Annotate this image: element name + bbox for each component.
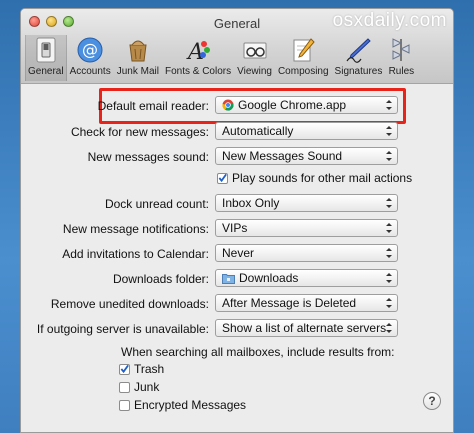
check-new-messages-label: Check for new messages:	[70, 125, 209, 139]
checkbox-unchecked-icon	[119, 381, 130, 393]
row-dock-unread-count: Dock unread count: Inbox Only	[21, 193, 453, 215]
search-trash-label: Trash	[134, 362, 165, 376]
default-email-reader-value: Google Chrome.app	[238, 98, 347, 112]
popup-arrows-icon	[386, 248, 392, 258]
pencil-paper-icon	[290, 37, 316, 63]
tab-general[interactable]: General	[25, 35, 67, 81]
remove-unedited-downloads-value: After Message is Deleted	[222, 296, 357, 310]
search-junk-checkbox[interactable]: Junk	[119, 380, 159, 394]
chrome-icon	[222, 99, 234, 111]
check-new-messages-value: Automatically	[222, 124, 294, 138]
folder-icon	[222, 273, 235, 284]
new-message-notifications-popup[interactable]: VIPs	[215, 219, 398, 237]
tab-fonts-colors[interactable]: A Fonts & Colors	[162, 35, 234, 81]
tab-label: Fonts & Colors	[164, 66, 232, 77]
row-add-invitations: Add invitations to Calendar: Never	[21, 243, 453, 265]
preferences-toolbar: General @ Accounts Junk Mail A Fonts & C…	[25, 35, 449, 81]
tab-composing[interactable]: Composing	[275, 35, 332, 81]
dock-unread-count-value: Inbox Only	[222, 196, 280, 210]
row-check-new-messages: Check for new messages: Automatically	[21, 121, 453, 143]
light-switch-icon	[33, 37, 59, 63]
glasses-icon	[242, 37, 268, 63]
tab-label: Accounts	[69, 66, 111, 77]
watermark: osxdaily.com	[332, 10, 447, 31]
new-messages-sound-popup[interactable]: New Messages Sound	[215, 147, 398, 165]
remove-unedited-downloads-label: Remove unedited downloads:	[50, 297, 209, 311]
play-sounds-checkbox[interactable]: Play sounds for other mail actions	[217, 171, 412, 185]
outgoing-server-popup[interactable]: Show a list of alternate servers	[215, 319, 398, 337]
tab-viewing[interactable]: Viewing	[234, 35, 275, 81]
remove-unedited-downloads-popup[interactable]: After Message is Deleted	[215, 294, 398, 312]
search-encrypted-label: Encrypted Messages	[134, 398, 247, 412]
trash-bag-icon	[125, 37, 151, 63]
tab-label: Rules	[388, 66, 415, 77]
check-new-messages-popup[interactable]: Automatically	[215, 122, 398, 140]
row-downloads-folder: Downloads folder: Downloads	[21, 268, 453, 290]
search-encrypted-checkbox[interactable]: Encrypted Messages	[119, 398, 246, 412]
tab-label: Junk Mail	[116, 66, 159, 77]
at-sign-icon: @	[77, 37, 103, 63]
tab-label: Composing	[277, 66, 329, 77]
mail-preferences-window: General osxdaily.com General @ Accounts …	[20, 8, 454, 433]
help-button[interactable]: ?	[423, 392, 441, 410]
popup-arrows-icon	[386, 323, 392, 333]
tab-signatures[interactable]: Signatures	[332, 35, 386, 81]
checkbox-checked-icon	[217, 172, 228, 184]
tab-junk-mail[interactable]: Junk Mail	[114, 35, 162, 81]
dock-unread-count-popup[interactable]: Inbox Only	[215, 194, 398, 212]
add-invitations-label: Add invitations to Calendar:	[62, 247, 209, 261]
downloads-folder-label: Downloads folder:	[112, 272, 209, 286]
row-outgoing-server: If outgoing server is unavailable: Show …	[21, 318, 453, 340]
titlebar: General osxdaily.com General @ Accounts …	[21, 9, 453, 84]
row-default-email-reader: Default email reader: Google Chrome.app	[21, 95, 453, 117]
downloads-folder-value: Downloads	[239, 271, 299, 285]
tab-rules[interactable]: Rules	[385, 35, 417, 81]
general-settings-pane: Default email reader: Google Chrome.app …	[21, 85, 453, 432]
popup-arrows-icon	[386, 223, 392, 233]
row-new-messages-sound: New messages sound: New Messages Sound	[21, 146, 453, 168]
default-email-reader-label: Default email reader:	[97, 99, 209, 113]
new-message-notifications-label: New message notifications:	[62, 222, 209, 236]
svg-text:@: @	[82, 40, 98, 59]
popup-arrows-icon	[386, 151, 392, 161]
popup-arrows-icon	[386, 198, 392, 208]
search-mailboxes-title: When searching all mailboxes, include re…	[121, 345, 395, 359]
popup-arrows-icon	[386, 273, 392, 283]
add-invitations-popup[interactable]: Never	[215, 244, 398, 262]
tab-label: Viewing	[237, 66, 272, 77]
checkbox-unchecked-icon	[119, 399, 130, 411]
rules-icon	[388, 37, 414, 63]
new-messages-sound-label: New messages sound:	[87, 150, 209, 164]
search-junk-label: Junk	[134, 380, 160, 394]
popup-arrows-icon	[386, 126, 392, 136]
row-search-title: When searching all mailboxes, include re…	[21, 345, 453, 367]
tab-label: Signatures	[334, 66, 383, 77]
new-message-notifications-value: VIPs	[222, 221, 248, 235]
checkbox-checked-icon	[119, 363, 130, 375]
pen-signature-icon	[345, 37, 372, 63]
outgoing-server-value: Show a list of alternate servers	[222, 321, 387, 335]
outgoing-server-label: If outgoing server is unavailable:	[36, 322, 209, 336]
row-remove-unedited-downloads: Remove unedited downloads: After Message…	[21, 293, 453, 315]
add-invitations-value: Never	[222, 246, 255, 260]
search-trash-checkbox[interactable]: Trash	[119, 362, 164, 376]
tab-label: General	[28, 66, 64, 77]
popup-arrows-icon	[386, 100, 392, 110]
default-email-reader-popup[interactable]: Google Chrome.app	[215, 96, 398, 114]
dock-unread-count-label: Dock unread count:	[104, 197, 209, 211]
popup-arrows-icon	[386, 298, 392, 308]
new-messages-sound-value: New Messages Sound	[222, 149, 343, 163]
fonts-colors-icon: A	[185, 37, 211, 63]
row-new-message-notifications: New message notifications: VIPs	[21, 218, 453, 240]
play-sounds-label: Play sounds for other mail actions	[232, 171, 413, 185]
downloads-folder-popup[interactable]: Downloads	[215, 269, 398, 287]
tab-accounts[interactable]: @ Accounts	[67, 35, 114, 81]
